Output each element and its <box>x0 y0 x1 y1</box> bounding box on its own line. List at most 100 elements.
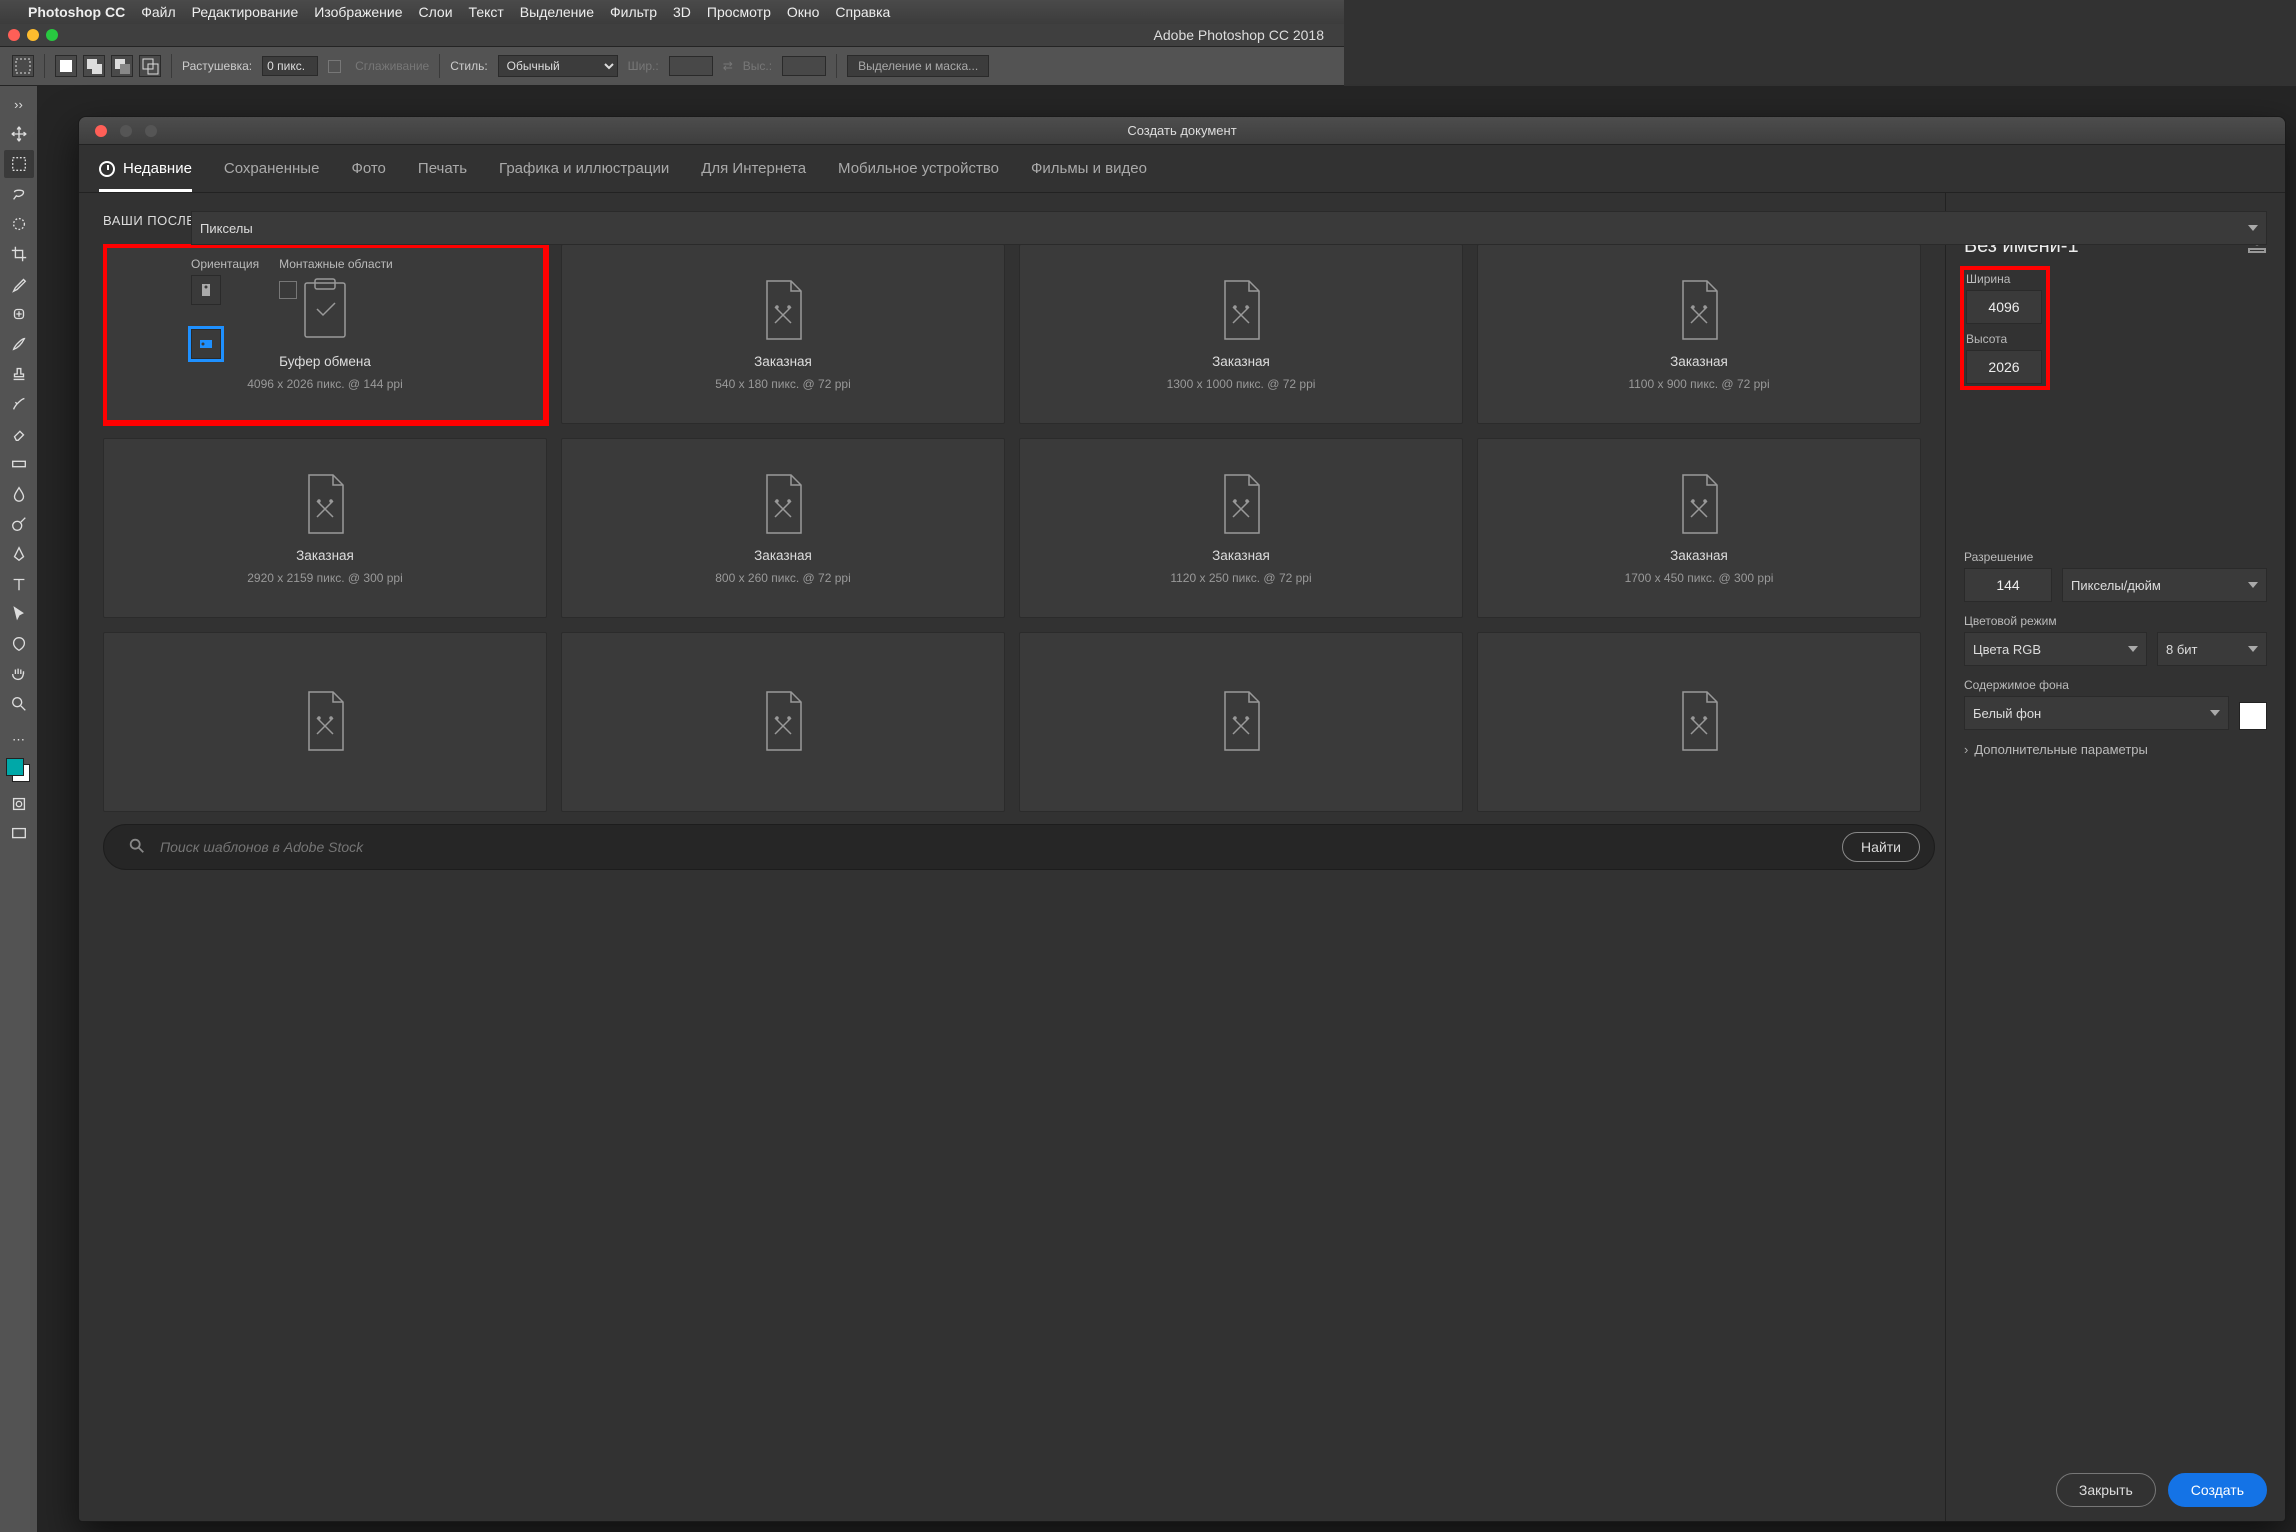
background-select[interactable]: Белый фон <box>1964 696 2229 730</box>
resolution-input[interactable] <box>1964 568 2052 602</box>
brush-tool-icon[interactable] <box>4 330 34 358</box>
close-button[interactable]: Закрыть <box>2056 1473 2156 1507</box>
tab-film[interactable]: Фильмы и видео <box>1031 145 1147 192</box>
gradient-tool-icon[interactable] <box>4 450 34 478</box>
window-zoom-button[interactable] <box>46 29 58 41</box>
tab-web[interactable]: Для Интернета <box>701 145 806 192</box>
marquee-tool-icon[interactable] <box>4 150 34 178</box>
dialog-close-button[interactable] <box>95 125 107 137</box>
menu-select[interactable]: Выделение <box>520 4 594 20</box>
bit-depth-select[interactable]: 8 бит <box>2157 632 2267 666</box>
color-mode-label: Цветовой режим <box>1964 614 2267 628</box>
color-mode-select[interactable]: Цвета RGB <box>1964 632 2147 666</box>
window-minimize-button[interactable] <box>27 29 39 41</box>
menu-layers[interactable]: Слои <box>419 4 453 20</box>
window-close-button[interactable] <box>8 29 20 41</box>
tab-saved[interactable]: Сохраненные <box>224 145 320 192</box>
style-select[interactable]: Обычный <box>498 55 618 77</box>
search-row: Найти <box>103 824 1935 870</box>
preset-grid: Буфер обмена 4096 x 2026 пикс. @ 144 ppi… <box>103 244 1935 812</box>
select-and-mask-button[interactable]: Выделение и маска... <box>847 55 989 77</box>
screen-mode-icon[interactable] <box>4 820 34 848</box>
width-input <box>669 56 713 76</box>
style-label: Стиль: <box>450 59 487 73</box>
window-title: Adobe Photoshop CC 2018 <box>0 27 1344 43</box>
tab-recent[interactable]: Недавние <box>99 145 192 192</box>
feather-input[interactable] <box>262 56 318 76</box>
stamp-tool-icon[interactable] <box>4 360 34 388</box>
dialog-minimize-button <box>120 125 132 137</box>
document-icon <box>755 688 811 757</box>
eyedropper-tool-icon[interactable] <box>4 270 34 298</box>
dialog-tabs: Недавние Сохраненные Фото Печать Графика… <box>79 145 2285 193</box>
path-select-tool-icon[interactable] <box>4 600 34 628</box>
antialias-checkbox[interactable] <box>328 60 341 73</box>
document-icon <box>297 471 353 540</box>
tab-print[interactable]: Печать <box>418 145 467 192</box>
quick-mask-icon[interactable] <box>4 790 34 818</box>
history-brush-tool-icon[interactable] <box>4 390 34 418</box>
preset-card[interactable]: Заказная 2920 x 2159 пикс. @ 300 ppi <box>103 438 547 618</box>
move-tool-icon[interactable] <box>4 120 34 148</box>
search-input[interactable] <box>160 839 1828 855</box>
preset-card[interactable]: Заказная 800 x 260 пикс. @ 72 ppi <box>561 438 1005 618</box>
selection-subtract-icon[interactable] <box>111 55 133 77</box>
document-icon <box>1671 471 1727 540</box>
document-icon <box>1213 471 1269 540</box>
advanced-toggle[interactable]: Дополнительные параметры <box>1964 742 2267 757</box>
preset-card[interactable]: Заказная 1700 x 450 пикс. @ 300 ppi <box>1477 438 1921 618</box>
selection-intersect-icon[interactable] <box>139 55 161 77</box>
preset-card[interactable]: Заказная 1120 x 250 пикс. @ 72 ppi <box>1019 438 1463 618</box>
dialog-titlebar[interactable]: Создать документ <box>79 117 2285 145</box>
menu-type[interactable]: Текст <box>469 4 504 20</box>
selection-new-icon[interactable] <box>55 55 77 77</box>
crop-tool-icon[interactable] <box>4 240 34 268</box>
menu-3d[interactable]: 3D <box>673 4 691 20</box>
eraser-tool-icon[interactable] <box>4 420 34 448</box>
marquee-tool-icon[interactable] <box>12 55 34 77</box>
new-document-dialog: Создать документ Недавние Сохраненные Фо… <box>78 116 2286 1522</box>
menu-window[interactable]: Окно <box>787 4 820 20</box>
preset-card[interactable] <box>103 632 547 812</box>
quick-select-tool-icon[interactable] <box>4 210 34 238</box>
create-button[interactable]: Создать <box>2168 1473 2267 1507</box>
background-color-swatch[interactable] <box>2239 702 2267 730</box>
tab-photo[interactable]: Фото <box>351 145 385 192</box>
antialias-label: Сглаживание <box>355 59 429 73</box>
menu-edit[interactable]: Редактирование <box>192 4 299 20</box>
preset-card[interactable] <box>1019 632 1463 812</box>
app-menu[interactable]: Photoshop CC <box>28 4 125 20</box>
hand-tool-icon[interactable] <box>4 660 34 688</box>
menu-image[interactable]: Изображение <box>314 4 402 20</box>
expand-icon[interactable]: ›› <box>4 90 34 118</box>
menu-file[interactable]: Файл <box>141 4 175 20</box>
zoom-tool-icon[interactable] <box>4 690 34 718</box>
dodge-tool-icon[interactable] <box>4 510 34 538</box>
pen-tool-icon[interactable] <box>4 540 34 568</box>
search-icon <box>128 837 146 858</box>
options-bar: Растушевка: Сглаживание Стиль: Обычный Ш… <box>0 46 1344 86</box>
preset-subtitle: 1700 x 450 пикс. @ 300 ppi <box>1625 571 1774 585</box>
dialog-zoom-button <box>145 125 157 137</box>
width-unit-select[interactable]: Пикселы <box>1945 211 2267 245</box>
edit-toolbar-icon[interactable]: ⋯ <box>4 726 34 754</box>
height-input[interactable] <box>1966 350 2042 384</box>
blur-tool-icon[interactable] <box>4 480 34 508</box>
resolution-unit-select[interactable]: Пикселы/дюйм <box>2062 568 2267 602</box>
lasso-tool-icon[interactable] <box>4 180 34 208</box>
shape-tool-icon[interactable] <box>4 630 34 658</box>
healing-tool-icon[interactable] <box>4 300 34 328</box>
preset-card[interactable] <box>561 632 1005 812</box>
preset-title: Заказная <box>1670 354 1728 369</box>
menu-help[interactable]: Справка <box>835 4 890 20</box>
menu-view[interactable]: Просмотр <box>707 4 771 20</box>
tab-art[interactable]: Графика и иллюстрации <box>499 145 669 192</box>
preset-card[interactable] <box>1477 632 1921 812</box>
find-button[interactable]: Найти <box>1842 832 1920 862</box>
selection-add-icon[interactable] <box>83 55 105 77</box>
clock-icon <box>99 161 115 177</box>
menu-filter[interactable]: Фильтр <box>610 4 657 20</box>
tab-mobile[interactable]: Мобильное устройство <box>838 145 999 192</box>
color-swatch[interactable] <box>4 756 34 788</box>
type-tool-icon[interactable] <box>4 570 34 598</box>
